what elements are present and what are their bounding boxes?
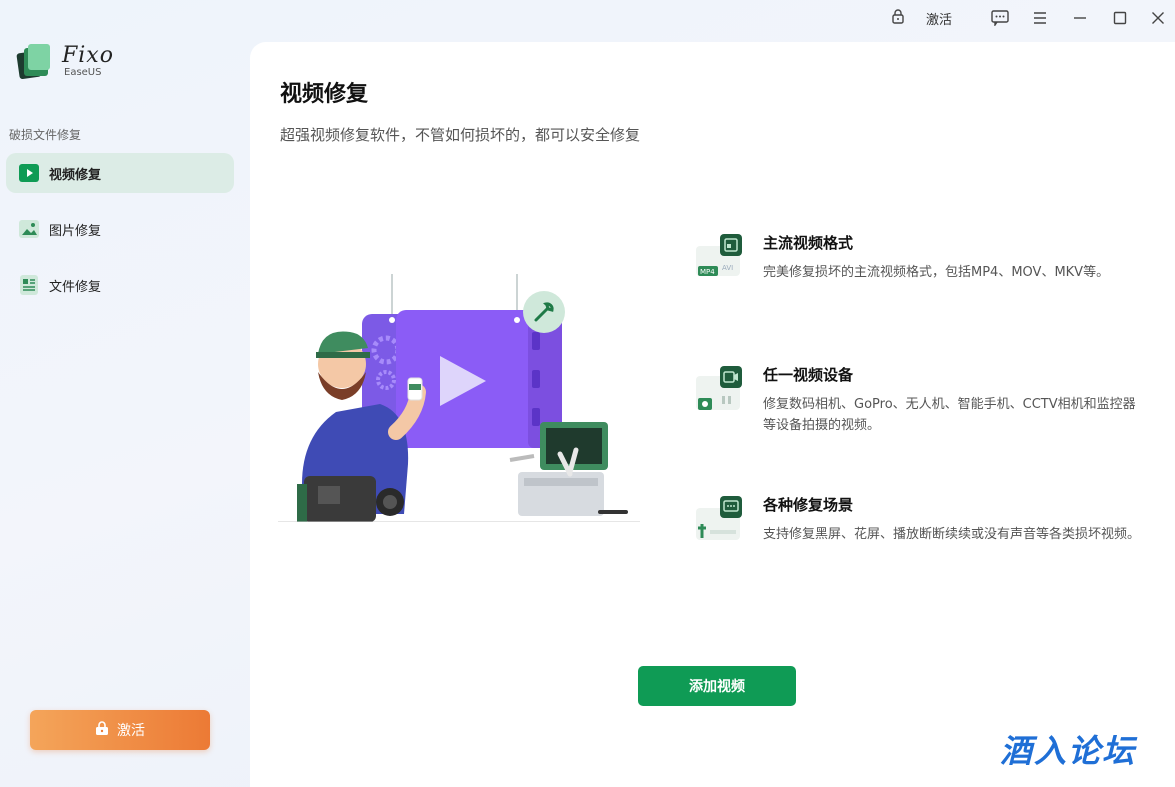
sidebar-item-image-repair[interactable]: 图片修复 — [6, 209, 234, 249]
avi-badge: AVI — [722, 264, 733, 272]
repair-scene-icon — [696, 496, 742, 540]
video-format-icon: MP4 AVI — [696, 234, 742, 276]
feature-title: 任一视频设备 — [763, 366, 854, 384]
sidebar-item-label: 视频修复 — [49, 167, 102, 183]
feature-desc: 支持修复黑屏、花屏、播放断断续续或没有声音等各类损坏视频。 — [763, 527, 1141, 542]
main-panel: 视频修复 超强视频修复软件，不管如何损坏的，都可以安全修复 MP4 AVI 主流… — [250, 42, 1175, 787]
title-bar: 激活 — [0, 0, 1175, 36]
document-icon — [19, 275, 39, 295]
sidebar-item-label: 图片修复 — [49, 223, 102, 239]
feedback-icon[interactable] — [990, 8, 1010, 28]
maximize-icon[interactable] — [1110, 8, 1130, 28]
brand-name: EaseUS — [64, 66, 102, 78]
sidebar-section-label: 破损文件修复 — [9, 128, 82, 142]
feature-title: 主流视频格式 — [763, 234, 854, 252]
forum-watermark: 酒入论坛 — [1000, 732, 1137, 770]
image-icon — [19, 219, 39, 239]
fixo-logo-icon — [16, 44, 50, 80]
lock-icon — [890, 8, 906, 28]
titlebar-activate-label: 激活 — [926, 12, 953, 28]
video-repair-illustration — [278, 274, 640, 522]
page-subtitle: 超强视频修复软件，不管如何损坏的，都可以安全修复 — [280, 126, 641, 144]
lock-icon — [95, 720, 109, 740]
menu-icon[interactable] — [1030, 8, 1050, 28]
sidebar-activate-button[interactable]: 激活 — [30, 710, 210, 750]
feature-title: 各种修复场景 — [763, 496, 854, 514]
sidebar-item-video-repair[interactable]: 视频修复 — [6, 153, 234, 193]
feature-desc: 修复数码相机、GoPro、无人机、智能手机、CCTV相机和监控器等设备拍摄的视频… — [763, 397, 1136, 433]
sidebar-item-label: 文件修复 — [49, 279, 102, 295]
page-title: 视频修复 — [280, 82, 369, 107]
feature-desc: 完美修复损坏的主流视频格式，包括MP4、MOV、MKV等。 — [763, 265, 1110, 280]
video-icon — [19, 163, 39, 183]
sidebar-item-file-repair[interactable]: 文件修复 — [6, 265, 234, 305]
add-video-button[interactable]: 添加视频 — [638, 666, 796, 706]
sidebar-activate-label: 激活 — [117, 723, 145, 739]
titlebar-activate[interactable]: 激活 — [890, 8, 952, 28]
minimize-icon[interactable] — [1070, 8, 1090, 28]
close-icon[interactable] — [1148, 8, 1168, 28]
mp4-badge: MP4 — [700, 268, 715, 276]
app-logo: Fixo EaseUS — [16, 42, 114, 80]
app-name: Fixo — [62, 42, 114, 68]
camera-device-icon — [696, 366, 742, 410]
